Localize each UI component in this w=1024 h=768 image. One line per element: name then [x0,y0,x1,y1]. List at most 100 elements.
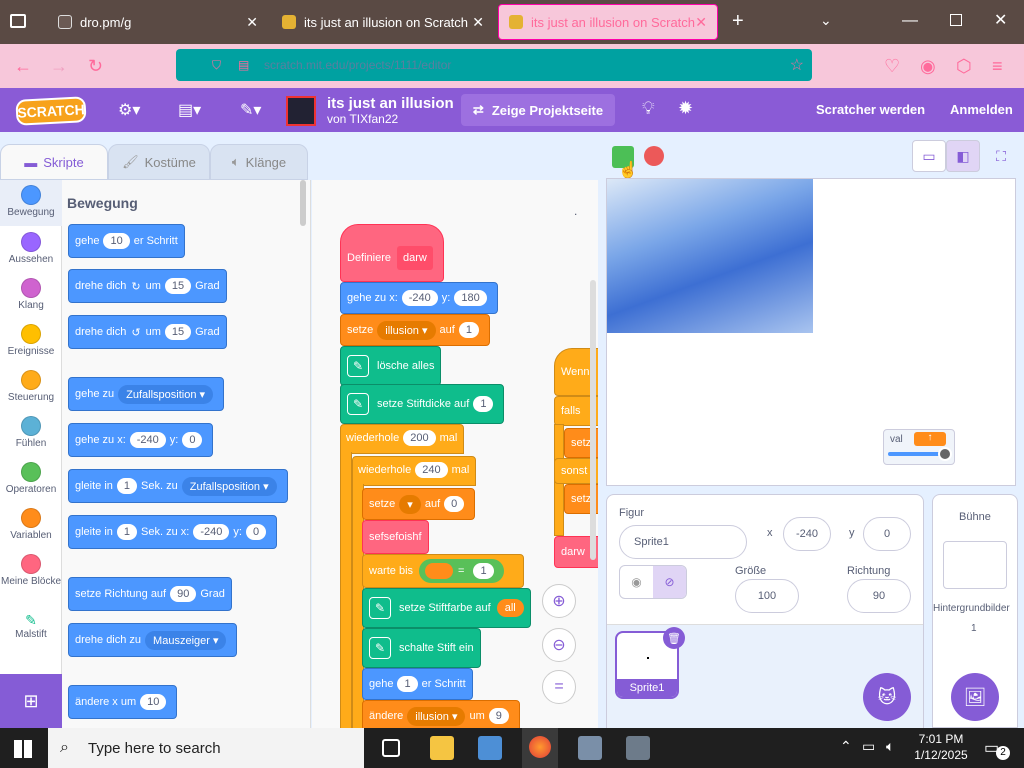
zoom-in-button[interactable]: ⊕ [542,584,576,618]
block-input[interactable]: -240 [129,432,166,448]
set-variable-block[interactable]: setze illusion ▾ auf 1 [340,314,490,346]
set-pen-color-block[interactable]: ✎ setze Stiftfarbe auf all [362,588,531,628]
window-menu-icon[interactable] [10,14,26,28]
y-field[interactable]: 0 [863,517,911,551]
x-field[interactable]: -240 [783,517,831,551]
lightbulb-icon[interactable]: 💡︎ [642,98,655,119]
tab-list-chevron-icon[interactable]: ⌄ [820,12,832,29]
block-input[interactable]: all [496,599,524,617]
backdrop-thumbnail[interactable] [943,541,1007,589]
app-icon-4[interactable] [578,736,602,760]
block-input[interactable]: 1 [397,676,418,692]
block-input[interactable]: 15 [164,324,192,340]
wait-until-block[interactable]: warte bis = 1 [362,554,524,588]
minimize-button[interactable]: — [902,12,918,30]
goto-xy-block[interactable]: gehe zu x: -240 y: 180 [340,282,498,314]
block-input[interactable]: 1 [473,563,494,579]
block-input[interactable]: 10 [140,694,167,710]
show-eye-icon[interactable]: ◉ [620,566,653,598]
extensions-icon[interactable]: ⬡ [956,56,972,77]
variable-monitor[interactable]: val ↑ [883,429,955,465]
debug-bug-icon[interactable]: ✹ [678,98,693,119]
close-tab-icon[interactable]: ✕ [472,14,484,31]
block-point-towards[interactable]: drehe dich zu Mauszeiger ▾ [68,623,238,657]
block-change-x[interactable]: ändere x um 10 [68,685,178,719]
restore-button[interactable] [950,14,962,26]
stop-button[interactable] [644,146,664,166]
tab-code[interactable]: ▬ Skripte [0,144,108,180]
equals-operator[interactable]: = 1 [419,559,504,583]
browser-tab-1[interactable]: dro.pm/g ✕ [48,4,268,40]
close-tab-icon[interactable]: ✕ [246,14,258,31]
block-input[interactable]: 0 [245,524,267,540]
hide-eye-icon[interactable]: ⊘ [653,566,686,598]
app-icon-5[interactable] [626,736,650,760]
category-variables[interactable]: Variablen [0,508,62,541]
browser-tab-2[interactable]: its just an illusion on Scratch ✕ [272,4,494,40]
category-sensing[interactable]: Fühlen [0,416,62,449]
category-looks[interactable]: Aussehen [0,232,62,265]
edit-pencil-icon[interactable]: ✎▾ [240,100,261,120]
set-pen-size-block[interactable]: ✎ setze Stiftdicke auf 1 [340,384,505,424]
size-field[interactable]: 100 [735,579,799,613]
sprite-name-field[interactable]: Sprite1 [619,525,747,559]
scratch-logo[interactable]: SCRATCH [15,96,87,126]
define-hat-block[interactable]: Definiere darw [340,224,444,282]
tab-costumes[interactable]: 🖌︎ Kostüme [108,144,210,180]
variable-dropdown[interactable]: illusion ▾ [407,706,466,726]
volume-icon[interactable]: 🔈︎ [886,738,894,755]
add-backdrop-image-icon[interactable]: 🖼︎ [951,673,999,721]
new-tab-button[interactable]: + [732,10,744,33]
bookmark-star-icon[interactable]: ☆ [790,55,804,75]
close-window-button[interactable]: ✕ [994,10,1007,30]
reload-icon[interactable]: ↻ [88,56,103,77]
block-glide-to-xy[interactable]: gleite in 1 Sek. zu x: -240 y: 0 [68,515,278,549]
palette-scrollbar[interactable] [300,180,306,226]
forward-arrow-icon[interactable]: → [50,56,68,77]
block-input[interactable]: 200 [403,430,436,446]
block-turn-right[interactable]: drehe dich ↻ um 15 Grad [68,269,227,303]
zoom-out-button[interactable]: ⊖ [542,628,576,662]
add-sprite-cat-icon[interactable]: 🐱︎ [863,673,911,721]
custom-block-call[interactable]: sefsefoishf [362,520,429,554]
windows-start-icon[interactable] [14,740,32,758]
category-pen[interactable]: ✎ Malstift [0,612,62,640]
visibility-toggle[interactable]: ◉ ⊘ [619,565,687,599]
join-scratch-link[interactable]: Scratcher werden [816,102,925,117]
block-input[interactable]: -240 [193,524,230,540]
url-bar[interactable]: ⛉ ▤ scratch.mit.edu/projects/1111/editor… [176,49,812,81]
category-events[interactable]: Ereignisse [0,324,62,357]
block-input[interactable]: 1 [458,322,479,338]
block-dropdown[interactable]: Mauszeiger ▾ [145,630,227,650]
block-input[interactable]: 0 [444,496,465,512]
block-input[interactable]: 9 [488,708,509,724]
set-variable-block-2[interactable]: setze ▾ auf 0 [362,488,476,520]
large-stage-button[interactable]: ◧ [946,140,980,172]
stage-target-pane[interactable]: Bühne Hintergrundbilder 1 🖼︎ [932,494,1018,728]
taskbar-clock[interactable]: 7:01 PM 1/12/2025 [914,731,968,763]
taskbar-search-input[interactable]: ⌕ Type here to search [48,728,364,768]
back-arrow-icon[interactable]: ← [14,56,32,77]
block-go-to-xy[interactable]: gehe zu x: -240 y: 0 [68,423,214,457]
task-view-icon[interactable] [382,739,400,757]
tab-sounds[interactable]: 🔈︎ Klänge [210,144,308,180]
block-go-to[interactable]: gehe zu Zufallsposition ▾ [68,377,225,411]
file-menu-icon[interactable]: ▤▾ [178,100,201,120]
block-turn-left[interactable]: drehe dich ↺ um 15 Grad [68,315,227,349]
office-app-icon[interactable] [478,736,502,760]
settings-gear-icon[interactable]: ⚙▾ [118,100,140,120]
block-input[interactable]: 1 [116,478,138,494]
fullscreen-button[interactable]: ⛶ [984,140,1018,172]
project-author[interactable]: von TIXfan22 [327,112,398,126]
monitor-slider-knob[interactable] [938,447,952,461]
pen-clear-block[interactable]: ✎ lösche alles [340,346,442,386]
variable-dropdown[interactable]: ▾ [399,494,421,514]
category-operators[interactable]: Operatoren [0,462,62,495]
block-input[interactable]: 15 [164,278,192,294]
category-control[interactable]: Steuerung [0,370,62,403]
network-icon[interactable]: ▭ [862,738,875,755]
script-scrollbar[interactable] [590,280,596,560]
stage-canvas[interactable]: val ↑ [606,178,1016,486]
login-link[interactable]: Anmelden [950,102,1013,117]
reporter-slot[interactable] [425,563,454,579]
